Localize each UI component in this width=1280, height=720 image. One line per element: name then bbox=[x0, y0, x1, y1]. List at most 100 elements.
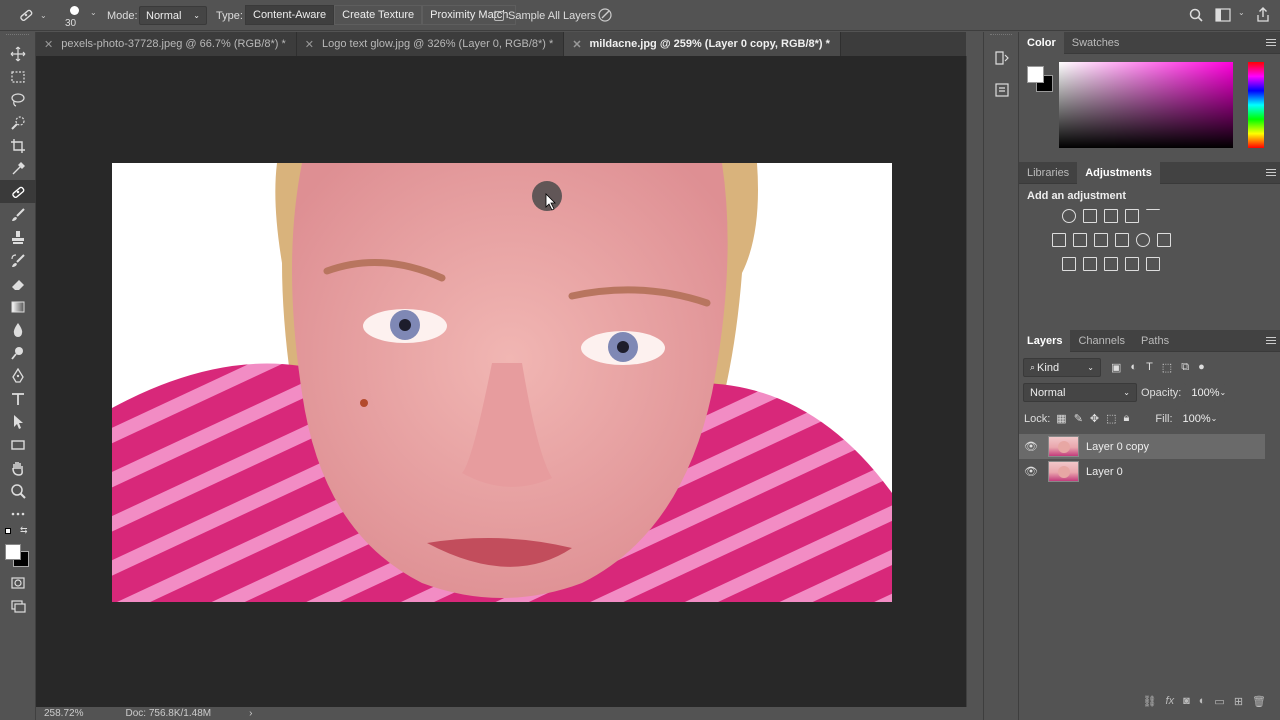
mode-select[interactable]: Normal ⌄ bbox=[139, 6, 207, 25]
threshold-icon[interactable] bbox=[1104, 257, 1118, 271]
foreground-color-swatch[interactable] bbox=[5, 544, 21, 560]
gradient-map-icon[interactable] bbox=[1146, 257, 1160, 271]
tab-pexels-photo[interactable]: ✕ pexels-photo-37728.jpeg @ 66.7% (RGB/8*… bbox=[36, 32, 297, 56]
hue-slider[interactable] bbox=[1248, 62, 1264, 148]
posterize-icon[interactable] bbox=[1083, 257, 1097, 271]
layer-filter-select[interactable]: ⌕ Kind ⌄ bbox=[1023, 358, 1101, 377]
crop-tool[interactable] bbox=[0, 134, 36, 157]
layer-row[interactable]: 👁︎ Layer 0 copy bbox=[1019, 434, 1265, 459]
tab-color[interactable]: Color bbox=[1019, 31, 1064, 54]
eyedropper-tool[interactable] bbox=[0, 157, 36, 180]
share-icon[interactable] bbox=[1256, 7, 1270, 23]
pen-tool[interactable] bbox=[0, 364, 36, 387]
layer-row[interactable]: 👁︎ Layer 0 bbox=[1019, 459, 1265, 484]
color-balance-icon[interactable] bbox=[1073, 233, 1087, 247]
color-field[interactable] bbox=[1059, 62, 1233, 148]
lasso-tool[interactable] bbox=[0, 88, 36, 111]
vibrance-icon[interactable] bbox=[1146, 209, 1160, 223]
curves-icon[interactable] bbox=[1104, 209, 1118, 223]
history-brush-tool[interactable] bbox=[0, 249, 36, 272]
lock-pixels-icon[interactable]: ✎ bbox=[1074, 412, 1083, 425]
panel-menu-icon[interactable] bbox=[1266, 167, 1276, 177]
levels-icon[interactable] bbox=[1083, 209, 1097, 223]
blur-tool[interactable] bbox=[0, 318, 36, 341]
vertical-scrollbar[interactable] bbox=[966, 56, 982, 707]
zoom-tool[interactable] bbox=[0, 479, 36, 502]
zoom-level[interactable]: 258.72% bbox=[44, 708, 83, 719]
filter-toggle-icon[interactable]: ● bbox=[1198, 361, 1205, 374]
type-filter-icon[interactable]: T bbox=[1146, 361, 1153, 374]
move-tool[interactable] bbox=[0, 42, 36, 65]
status-menu-arrow[interactable]: › bbox=[249, 708, 252, 719]
quick-select-tool[interactable] bbox=[0, 111, 36, 134]
dock-grip[interactable] bbox=[990, 34, 1012, 40]
channel-mixer-icon[interactable] bbox=[1136, 233, 1150, 247]
lock-artboard-icon[interactable]: ⬚ bbox=[1106, 412, 1116, 425]
close-icon[interactable]: ✕ bbox=[305, 38, 314, 51]
new-adjustment-icon[interactable]: ◐ bbox=[1199, 695, 1206, 707]
lock-all-icon[interactable]: 🔒︎ bbox=[1124, 412, 1130, 425]
screen-mode-button[interactable] bbox=[0, 594, 36, 617]
layer-style-icon[interactable]: fx bbox=[1166, 695, 1175, 707]
marquee-tool[interactable] bbox=[0, 65, 36, 88]
chevron-down-icon[interactable]: ⌄ bbox=[1238, 8, 1245, 17]
selective-color-icon[interactable] bbox=[1125, 257, 1139, 271]
fill-input[interactable]: 100% ⌄ bbox=[1175, 409, 1218, 428]
chevron-down-icon[interactable]: ⌄ bbox=[90, 8, 97, 17]
new-layer-icon[interactable]: ⊞ bbox=[1234, 695, 1243, 708]
layer-name[interactable]: Layer 0 bbox=[1086, 466, 1123, 478]
lock-position-icon[interactable]: ✥ bbox=[1090, 412, 1099, 425]
document-image[interactable] bbox=[112, 163, 892, 602]
brightness-contrast-icon[interactable] bbox=[1062, 209, 1076, 223]
blend-mode-select[interactable]: Normal ⌄ bbox=[1023, 383, 1137, 402]
quick-mask-button[interactable] bbox=[0, 571, 36, 594]
dodge-tool[interactable] bbox=[0, 341, 36, 364]
hue-saturation-icon[interactable] bbox=[1052, 233, 1066, 247]
canvas-area[interactable] bbox=[36, 56, 966, 707]
photo-filter-icon[interactable] bbox=[1115, 233, 1129, 247]
tab-paths[interactable]: Paths bbox=[1133, 330, 1177, 352]
default-colors-swap[interactable]: ⇆ bbox=[0, 525, 35, 541]
opacity-input[interactable]: 100% ⌄ bbox=[1184, 383, 1227, 402]
eye-icon[interactable]: 👁︎ bbox=[1019, 440, 1043, 453]
layer-name[interactable]: Layer 0 copy bbox=[1086, 441, 1149, 453]
type-content-aware-button[interactable]: Content-Aware bbox=[245, 5, 335, 25]
shape-filter-icon[interactable]: ⬚ bbox=[1162, 361, 1172, 374]
tool-preset-picker[interactable]: ⌄ bbox=[18, 7, 47, 23]
eye-icon[interactable]: 👁︎ bbox=[1019, 465, 1043, 478]
spot-healing-tool[interactable] bbox=[0, 180, 36, 203]
close-icon[interactable]: ✕ bbox=[44, 38, 53, 51]
type-create-texture-button[interactable]: Create Texture bbox=[334, 5, 423, 25]
tab-layers[interactable]: Layers bbox=[1019, 329, 1071, 352]
path-select-tool[interactable] bbox=[0, 410, 36, 433]
pressure-size-icon[interactable] bbox=[597, 7, 613, 23]
pixel-filter-icon[interactable]: ▣ bbox=[1111, 361, 1121, 374]
brush-size-picker[interactable]: 30 bbox=[62, 3, 88, 29]
more-tools[interactable] bbox=[0, 502, 36, 525]
tab-logo-text-glow[interactable]: ✕ Logo text glow.jpg @ 326% (Layer 0, RGB… bbox=[297, 32, 565, 56]
black-white-icon[interactable] bbox=[1094, 233, 1108, 247]
link-layers-icon[interactable]: ⛓︎ bbox=[1143, 695, 1157, 708]
clone-stamp-tool[interactable] bbox=[0, 226, 36, 249]
rectangle-tool[interactable] bbox=[0, 433, 36, 456]
toolbar-grip[interactable] bbox=[6, 34, 29, 40]
workspace-icon[interactable] bbox=[1215, 8, 1231, 22]
type-tool[interactable] bbox=[0, 387, 36, 410]
smart-object-filter-icon[interactable]: ⧉ bbox=[1181, 361, 1189, 374]
tab-channels[interactable]: Channels bbox=[1070, 330, 1132, 352]
panel-menu-icon[interactable] bbox=[1266, 37, 1276, 47]
color-swatches[interactable] bbox=[0, 541, 35, 571]
color-lookup-icon[interactable] bbox=[1157, 233, 1171, 247]
brush-tool[interactable] bbox=[0, 203, 36, 226]
add-mask-icon[interactable]: ◙ bbox=[1183, 695, 1190, 707]
properties-panel-button[interactable] bbox=[984, 74, 1020, 106]
lock-transparency-icon[interactable]: ▦ bbox=[1056, 412, 1066, 425]
gradient-tool[interactable] bbox=[0, 295, 36, 318]
delete-layer-icon[interactable]: 🗑︎ bbox=[1252, 695, 1266, 708]
invert-icon[interactable] bbox=[1062, 257, 1076, 271]
foreground-color[interactable] bbox=[1027, 66, 1044, 83]
adjustment-filter-icon[interactable]: ◐ bbox=[1130, 361, 1137, 374]
tab-swatches[interactable]: Swatches bbox=[1064, 32, 1128, 54]
exposure-icon[interactable] bbox=[1125, 209, 1139, 223]
close-icon[interactable]: ✕ bbox=[572, 38, 581, 51]
